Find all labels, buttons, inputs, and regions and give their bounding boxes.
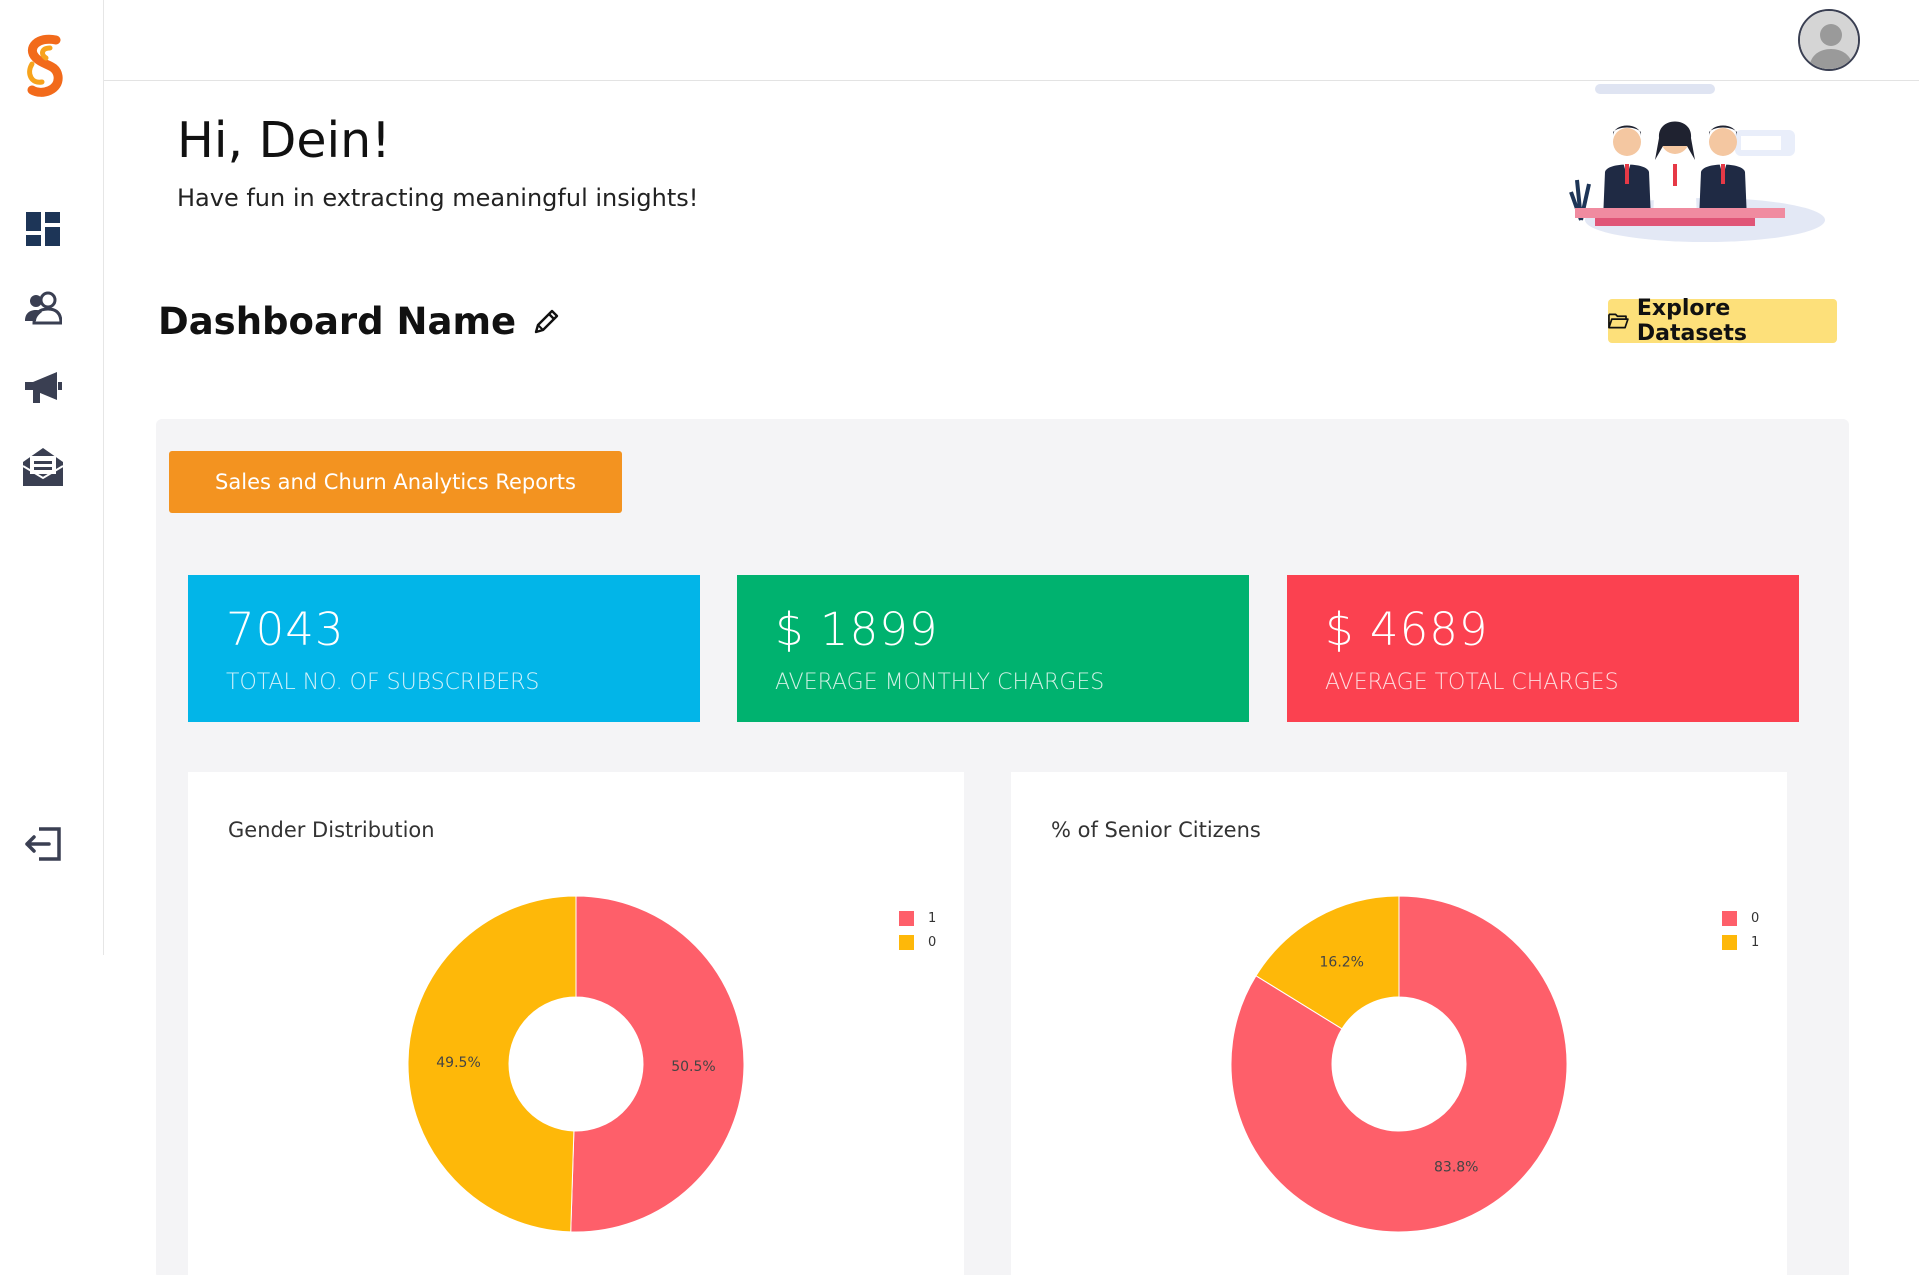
pencil-edit-icon[interactable]	[530, 306, 562, 338]
user-avatar-icon	[1800, 11, 1858, 69]
kpi-value: $ 4689	[1325, 603, 1489, 656]
slice-label: 50.5%	[671, 1059, 715, 1075]
legend-swatch	[899, 934, 914, 950]
logout-icon	[25, 827, 61, 861]
legend-label: 1	[928, 910, 937, 926]
pie-slice[interactable]	[570, 895, 745, 1233]
gender-distribution-chart: Gender Distribution 50.5% 49.5% 1 0	[188, 772, 964, 1275]
sidebar-item-dashboard[interactable]	[20, 206, 66, 252]
sidebar-item-messages[interactable]	[20, 443, 66, 489]
avatar[interactable]	[1798, 9, 1860, 71]
explore-datasets-label: Explore Datasets	[1636, 296, 1747, 346]
donut-chart: 50.5% 49.5%	[407, 895, 745, 1233]
slice-label: 49.5%	[436, 1055, 480, 1071]
kpi-card-total-charges: $ 4689 AVERAGE TOTAL CHARGES	[1287, 575, 1799, 722]
legend-swatch	[1722, 934, 1737, 950]
legend-item[interactable]: 0	[1722, 906, 1759, 930]
explore-datasets-button[interactable]: Explore Datasets	[1608, 296, 1837, 346]
kpi-value: 7043	[226, 603, 345, 656]
pie-slice[interactable]	[407, 895, 577, 1233]
chart-legend: 1 0	[899, 906, 936, 954]
greeting-title: Hi, Dein!	[177, 112, 391, 169]
donut-chart: 83.8% 16.2%	[1230, 895, 1568, 1233]
dashboard-name: Dashboard Name	[158, 300, 517, 343]
kpi-card-subscribers: 7043 TOTAL NO. OF SUBSCRIBERS	[188, 575, 700, 722]
legend-item[interactable]: 1	[1722, 930, 1759, 954]
kpi-label: AVERAGE MONTHLY CHARGES	[775, 670, 1105, 695]
sales-churn-report-button[interactable]: Sales and Churn Analytics Reports	[169, 451, 622, 513]
kpi-card-monthly-charges: $ 1899 AVERAGE MONTHLY CHARGES	[737, 575, 1249, 722]
legend-swatch	[899, 910, 914, 926]
slice-label: 16.2%	[1320, 954, 1364, 970]
users-icon	[25, 291, 62, 325]
legend-item[interactable]: 1	[899, 906, 936, 930]
megaphone-icon	[25, 372, 62, 403]
greeting-subtitle: Have fun in extracting meaningful insigh…	[177, 184, 699, 212]
folder-open-icon	[1608, 313, 1629, 329]
legend-label: 0	[1751, 910, 1760, 926]
kpi-value: $ 1899	[775, 603, 939, 656]
slice-label: 83.8%	[1434, 1160, 1478, 1176]
chart-legend: 0 1	[1722, 906, 1759, 954]
sidebar	[0, 0, 104, 955]
mail-open-icon	[22, 448, 64, 486]
sidebar-item-campaigns[interactable]	[20, 365, 66, 411]
legend-swatch	[1722, 910, 1737, 926]
logout-button[interactable]	[20, 821, 66, 867]
legend-label: 0	[928, 934, 937, 950]
legend-item[interactable]: 0	[899, 930, 936, 954]
top-bar	[104, 0, 1919, 81]
report-button-label: Sales and Churn Analytics Reports	[215, 470, 576, 494]
dashboard-title: Dashboard Name	[158, 300, 562, 343]
kpi-label: AVERAGE TOTAL CHARGES	[1325, 670, 1619, 695]
dashboard-grid-icon	[26, 212, 60, 246]
dashboard-panel: Sales and Churn Analytics Reports 7043 T…	[156, 419, 1849, 1275]
sidebar-item-customers[interactable]	[20, 285, 66, 331]
brand-logo-icon[interactable]	[16, 34, 76, 104]
kpi-label: TOTAL NO. OF SUBSCRIBERS	[226, 670, 540, 695]
legend-label: 1	[1751, 934, 1760, 950]
team-illustration	[1569, 84, 1825, 242]
senior-citizens-chart: % of Senior Citizens 83.8% 16.2% 0 1	[1011, 772, 1787, 1275]
